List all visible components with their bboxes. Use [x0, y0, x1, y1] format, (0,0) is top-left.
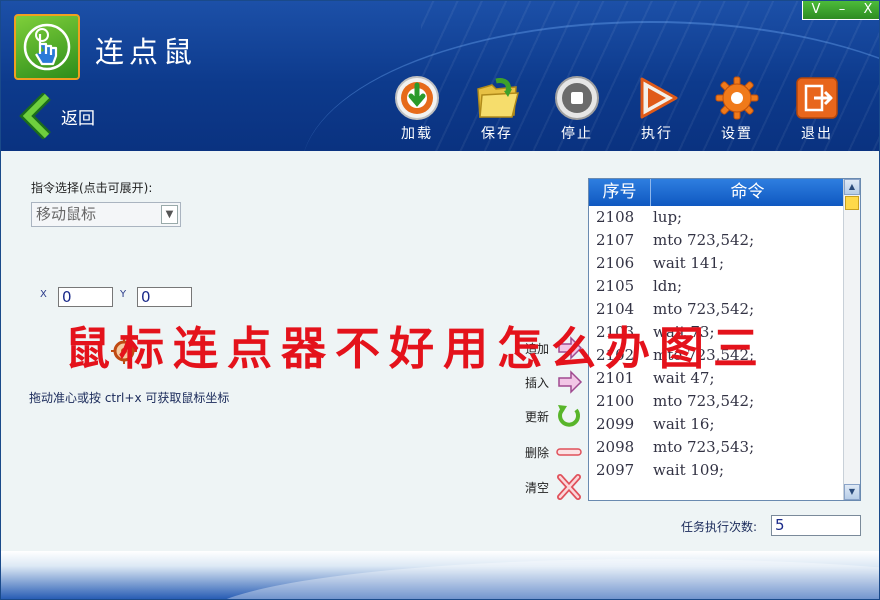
window-controls: V – X [802, 1, 879, 20]
minimize-button[interactable]: – [829, 1, 855, 19]
y-label: Y [120, 289, 127, 300]
coordinate-hint: 拖动准心或按 ctrl+x 可获取鼠标坐标 [29, 391, 230, 405]
stop-icon [555, 76, 599, 120]
exit-button[interactable]: 退出 [787, 75, 847, 143]
back-chevron-icon [19, 93, 51, 139]
exit-label: 退出 [801, 126, 833, 142]
table-row[interactable]: 2105 ldn; [589, 275, 860, 298]
app-logo [14, 14, 80, 80]
overlay-caption: 鼠标连点器不好用怎么办图三 [65, 322, 768, 375]
table-row[interactable]: 2107 mto 723,542; [589, 229, 860, 252]
clear-label: 清空 [525, 480, 550, 495]
row-command: wait 109; [653, 461, 725, 479]
footer-decoration [1, 551, 879, 599]
delete-label: 删除 [525, 445, 550, 460]
delete-button[interactable]: 删除 [525, 439, 583, 465]
table-row[interactable]: 2100 mto 723,542; [589, 390, 860, 413]
load-icon [395, 76, 439, 120]
x-label: X [40, 289, 47, 300]
table-row[interactable]: 2099 wait 16; [589, 413, 860, 436]
minus-icon [556, 448, 582, 456]
row-command: wait 16; [653, 415, 715, 433]
table-row[interactable]: 2104 mto 723,542; [589, 298, 860, 321]
row-command: mto 723,542; [653, 231, 755, 249]
row-command: mto 723,543; [653, 438, 755, 456]
clear-button[interactable]: 清空 [525, 474, 583, 500]
gear-icon [715, 76, 759, 120]
save-label: 保存 [481, 126, 513, 142]
load-button[interactable]: 加载 [387, 75, 447, 143]
row-command: mto 723,542; [653, 300, 755, 318]
command-select-value: 移动鼠标 [36, 205, 97, 223]
execute-label: 执行 [641, 126, 673, 142]
stop-button[interactable]: 停止 [547, 75, 607, 143]
row-seq: 2104 [596, 300, 635, 318]
table-row[interactable]: 2106 wait 141; [589, 252, 860, 275]
back-button[interactable]: 返回 [19, 93, 95, 139]
update-label: 更新 [525, 409, 550, 424]
app-window: 连点鼠 V – X 返回 加载 保存 停止 执行 设置 退出 指令选择(点击可展… [0, 0, 880, 600]
row-seq: 2100 [596, 392, 635, 410]
hand-pointer-icon [23, 23, 71, 71]
scroll-thumb[interactable] [845, 196, 859, 210]
stop-label: 停止 [561, 126, 593, 142]
table-row[interactable]: 2097 wait 109; [589, 459, 860, 482]
load-label: 加载 [401, 126, 433, 142]
list-header: 序号 命令 [589, 179, 860, 206]
chevron-down-icon[interactable]: ▼ [161, 205, 178, 224]
row-command: mto 723,542; [653, 392, 755, 410]
settings-button[interactable]: 设置 [707, 75, 767, 143]
save-folder-icon [477, 78, 519, 118]
scroll-down-icon[interactable]: ▼ [844, 484, 860, 500]
update-button[interactable]: 更新 [525, 403, 583, 429]
list-scrollbar[interactable]: ▲ ▼ [843, 179, 860, 500]
table-row[interactable]: 2108 lup; [589, 206, 860, 229]
scroll-up-icon[interactable]: ▲ [844, 179, 860, 195]
app-title: 连点鼠 [95, 35, 198, 69]
row-seq: 2108 [596, 208, 635, 226]
row-seq: 2099 [596, 415, 635, 433]
table-row[interactable]: 2098 mto 723,543; [589, 436, 860, 459]
row-seq: 2107 [596, 231, 635, 249]
header: 连点鼠 V – X 返回 加载 保存 停止 执行 设置 退出 [1, 1, 879, 151]
row-seq: 2098 [596, 438, 635, 456]
row-seq: 2097 [596, 461, 635, 479]
execute-button[interactable]: 执行 [627, 75, 687, 143]
settings-label: 设置 [721, 126, 753, 142]
clear-x-icon [557, 474, 581, 500]
task-count-label: 任务执行次数: [681, 520, 758, 534]
row-command: wait 141; [653, 254, 725, 272]
column-header-seq: 序号 [589, 179, 651, 206]
row-seq: 2105 [596, 277, 635, 295]
exit-icon [796, 77, 838, 119]
back-label: 返回 [61, 108, 95, 129]
close-button[interactable]: X [855, 1, 879, 19]
task-count-input[interactable]: 5 [771, 515, 861, 536]
play-icon [640, 77, 678, 119]
save-button[interactable]: 保存 [467, 75, 527, 143]
row-command: lup; [653, 208, 683, 226]
dropdown-button[interactable]: V [803, 1, 829, 19]
refresh-icon [558, 405, 580, 427]
y-coordinate-input[interactable]: 0 [137, 287, 192, 307]
command-select-label: 指令选择(点击可展开): [31, 181, 153, 195]
command-select[interactable]: 移动鼠标 ▼ [31, 202, 181, 227]
x-coordinate-input[interactable]: 0 [58, 287, 113, 307]
column-header-command: 命令 [730, 182, 765, 202]
row-command: ldn; [653, 277, 683, 295]
row-seq: 2106 [596, 254, 635, 272]
